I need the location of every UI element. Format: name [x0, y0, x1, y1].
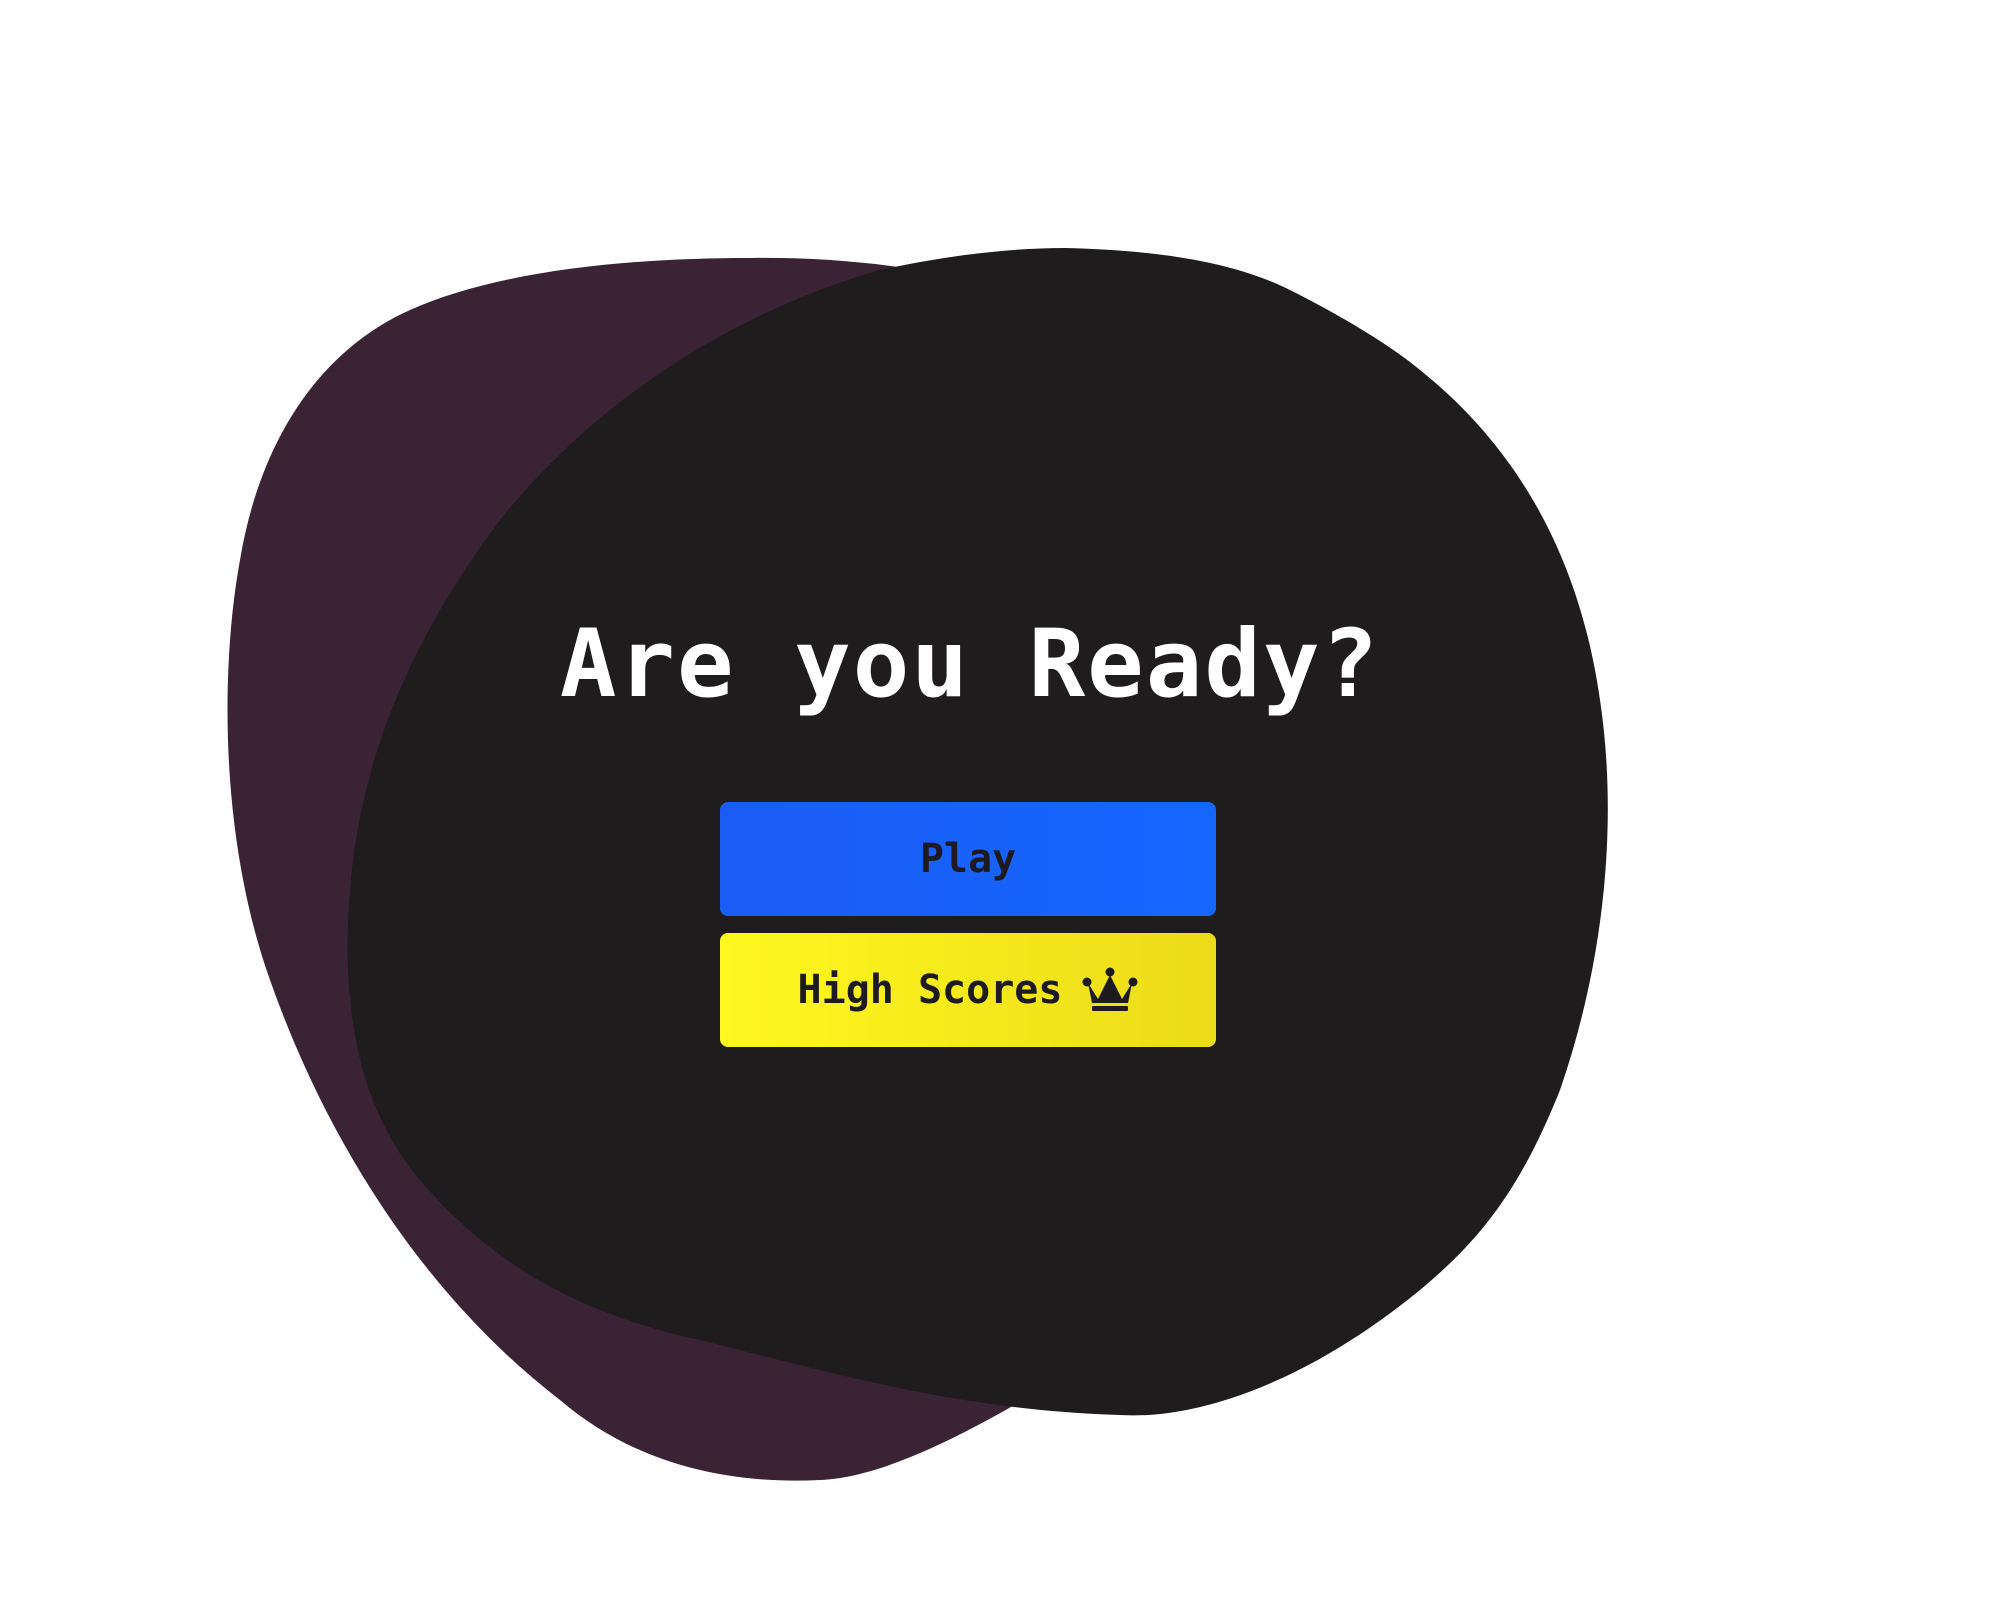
play-button-label: Play	[919, 836, 1017, 882]
play-button[interactable]: Play	[720, 802, 1216, 916]
high-scores-button-label: High Scores	[797, 967, 1063, 1013]
high-scores-button[interactable]: High Scores	[720, 933, 1216, 1047]
main-menu-screen: Are you Ready? Play High Scores	[0, 0, 2000, 1600]
menu-title: Are you Ready?	[559, 610, 1381, 719]
crown-icon	[1082, 967, 1138, 1011]
background-blobs	[227, 248, 1608, 1481]
